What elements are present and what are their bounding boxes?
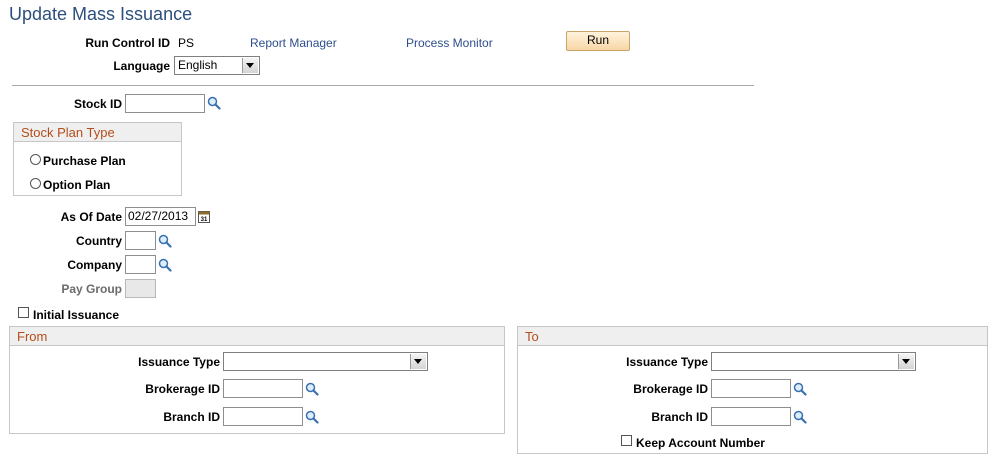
from-branch-lookup-icon[interactable]: [305, 410, 319, 424]
chevron-down-icon: [898, 354, 914, 369]
process-monitor-link[interactable]: Process Monitor: [406, 36, 493, 50]
svg-text:31: 31: [201, 217, 208, 223]
from-brokerage-lookup-icon[interactable]: [305, 382, 319, 396]
country-label: Country: [76, 234, 122, 248]
from-title: From: [17, 329, 48, 344]
to-branch-id-label: Branch ID: [651, 410, 708, 424]
as-of-date-input[interactable]: 02/27/2013: [125, 207, 196, 226]
from-group: From Issuance Type Brokerage ID Branch I…: [9, 326, 505, 434]
to-group: To Issuance Type Brokerage ID Branch ID …: [517, 326, 988, 454]
from-brokerage-id-label: Brokerage ID: [145, 382, 220, 396]
run-control-value: PS: [178, 36, 195, 50]
report-manager-link[interactable]: Report Manager: [250, 36, 337, 50]
run-button[interactable]: Run: [566, 31, 630, 51]
initial-issuance-label: Initial Issuance: [33, 308, 120, 322]
chevron-down-icon: [242, 58, 258, 73]
to-issuance-type-select[interactable]: [711, 352, 916, 371]
stock-id-input[interactable]: [125, 94, 205, 113]
country-input[interactable]: [125, 231, 156, 250]
from-branch-id-label: Branch ID: [163, 410, 220, 424]
to-brokerage-lookup-icon[interactable]: [793, 382, 807, 396]
option-plan-radio[interactable]: [30, 178, 41, 189]
purchase-plan-radio[interactable]: [30, 154, 41, 165]
language-select[interactable]: English: [174, 56, 260, 75]
to-title: To: [525, 329, 539, 344]
purchase-plan-label: Purchase Plan: [43, 154, 126, 168]
page-title: Update Mass Issuance: [9, 4, 193, 24]
initial-issuance-checkbox[interactable]: [18, 307, 29, 318]
chevron-down-icon: [410, 354, 426, 369]
from-header: From: [10, 327, 504, 346]
to-branch-id-input[interactable]: [711, 407, 791, 426]
stock-id-label: Stock ID: [73, 97, 122, 111]
to-brokerage-id-label: Brokerage ID: [633, 382, 708, 396]
stock-plan-type-title: Stock Plan Type: [21, 125, 115, 140]
keep-account-number-label: Keep Account Number: [636, 436, 765, 450]
from-issuance-type-label: Issuance Type: [138, 355, 220, 369]
run-control-label: Run Control ID: [85, 36, 170, 50]
language-label: Language: [113, 59, 170, 73]
keep-account-number-checkbox[interactable]: [621, 435, 632, 446]
to-issuance-type-label: Issuance Type: [626, 355, 708, 369]
from-issuance-type-select[interactable]: [223, 352, 428, 371]
separator: [12, 85, 754, 86]
calendar-icon[interactable]: 31: [198, 210, 210, 223]
from-brokerage-id-input[interactable]: [223, 379, 303, 398]
language-select-value: English: [178, 58, 218, 72]
option-plan-label: Option Plan: [43, 178, 111, 192]
company-lookup-icon[interactable]: [158, 258, 172, 272]
company-label: Company: [67, 258, 122, 272]
company-input[interactable]: [125, 255, 156, 274]
to-header: To: [518, 327, 987, 346]
from-branch-id-input[interactable]: [223, 407, 303, 426]
pay-group-input: [125, 279, 156, 298]
stock-id-lookup-icon[interactable]: [207, 96, 221, 110]
to-brokerage-id-input[interactable]: [711, 379, 791, 398]
as-of-date-label: As Of Date: [60, 210, 122, 224]
to-branch-lookup-icon[interactable]: [793, 410, 807, 424]
stock-plan-type-group: Stock Plan Type Purchase Plan Option Pla…: [13, 122, 182, 196]
stock-plan-type-header: Stock Plan Type: [14, 123, 181, 142]
pay-group-label: Pay Group: [61, 282, 122, 296]
country-lookup-icon[interactable]: [158, 234, 172, 248]
